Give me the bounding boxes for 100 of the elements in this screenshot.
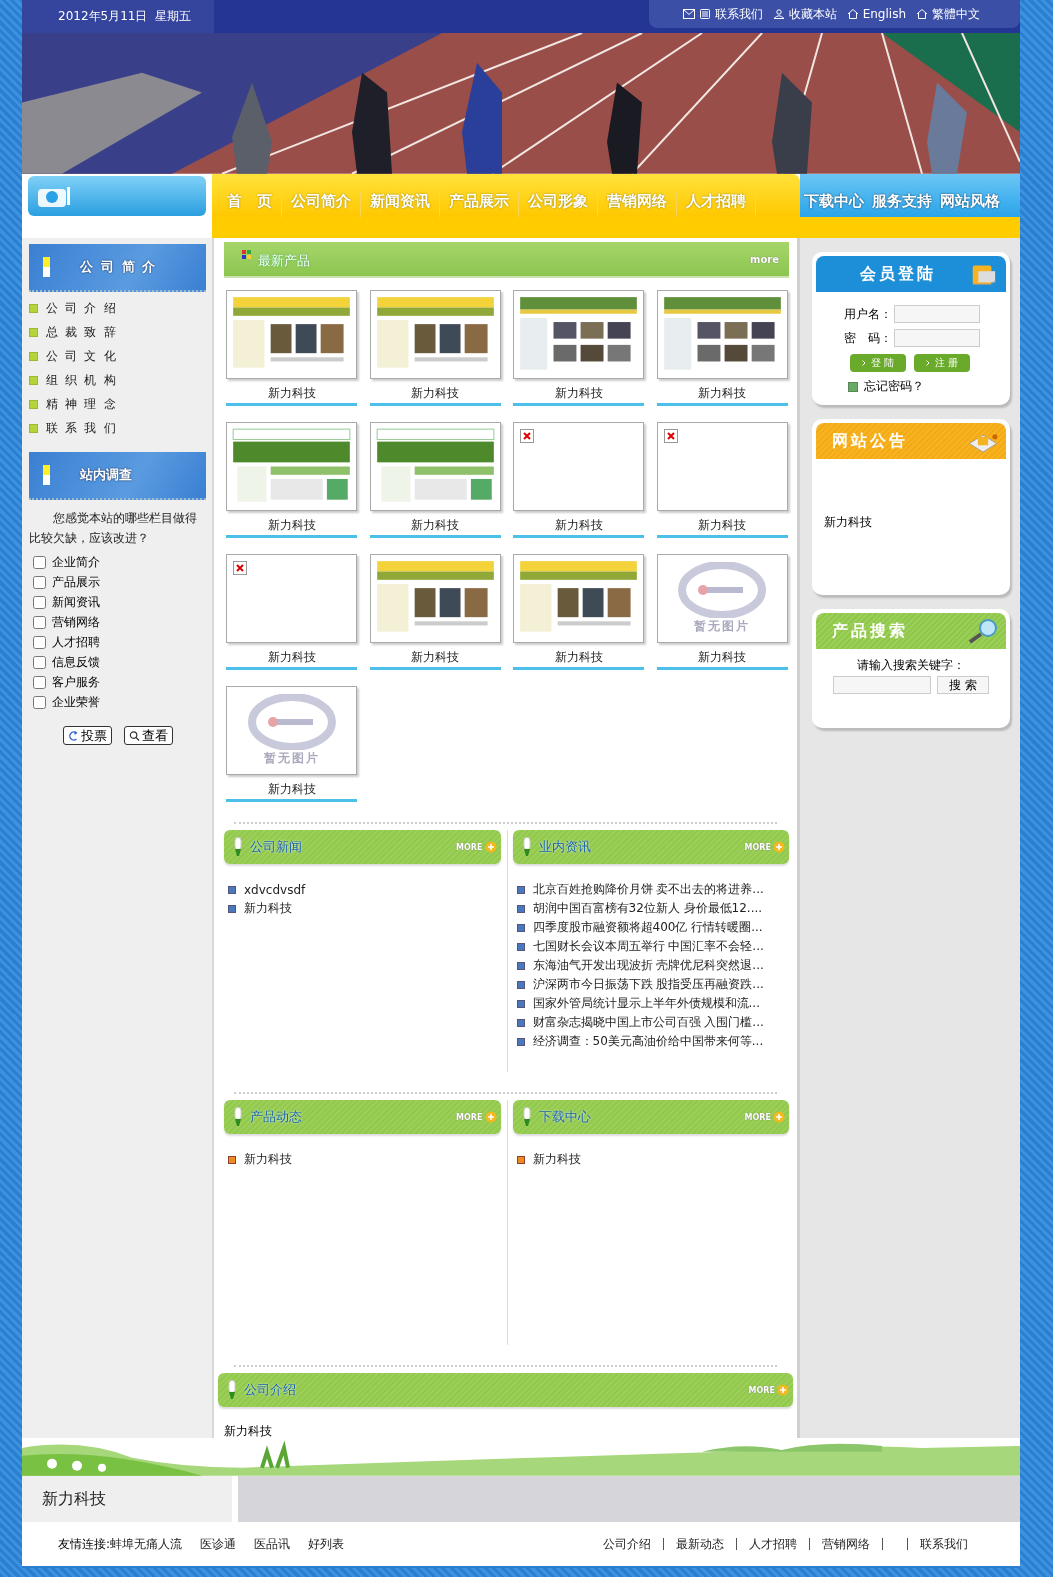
input-field[interactable] (894, 305, 980, 324)
footer-link[interactable]: 公司介绍 (591, 1538, 664, 1551)
top-link[interactable]: 繁體中文 (932, 5, 980, 23)
product-caption[interactable]: 新力科技 (513, 381, 644, 407)
sidebar-link[interactable]: 组织机构 (46, 371, 123, 389)
notice-text: 新力科技 (824, 513, 872, 531)
checkbox[interactable] (33, 675, 46, 689)
product-caption[interactable]: 新力科技 (656, 381, 788, 407)
section-title: 最新产品 (258, 252, 311, 271)
product-caption[interactable]: 新力科技 (226, 645, 357, 671)
footer-link[interactable]: 联系我们 (907, 1538, 980, 1551)
input-field[interactable] (894, 329, 980, 348)
date-text: 2012年5月11日 星期五 (22, 0, 214, 33)
top-link[interactable]: 联系我们 (714, 5, 763, 23)
product-caption[interactable]: 新力科技 (369, 513, 501, 539)
product-thumbnail[interactable] (513, 422, 644, 512)
bullet-icon (516, 1018, 525, 1027)
news-link[interactable]: 新力科技 (532, 1151, 581, 1169)
flag-icon (43, 465, 50, 486)
news-link[interactable]: 沪深两市今日振荡下跌 股指受压再融资跌... (532, 976, 764, 994)
bullet-icon (516, 1155, 525, 1164)
product-caption[interactable]: 新力科技 (656, 513, 788, 539)
panel-title: 产品搜索 (832, 620, 908, 642)
plus-icon (773, 1111, 785, 1124)
news-link[interactable]: 东海油气开发出现波折 壳牌优尼科突然退... (532, 957, 764, 975)
bullet-icon (29, 327, 38, 337)
top-link[interactable]: English (862, 7, 906, 21)
intro-text: 新力科技 (224, 1423, 273, 1441)
checkbox-label: 产品展示 (52, 573, 100, 591)
news-link[interactable]: 经济调查：50美元高油价给中国带来何等... (532, 1033, 764, 1051)
product-caption[interactable]: 新力科技 (513, 645, 644, 671)
bullet-icon (516, 961, 525, 970)
search-field[interactable] (833, 676, 931, 695)
friend-link[interactable]: 好列表 (308, 1535, 345, 1553)
forgot-password-link[interactable]: 忘记密码？ (864, 378, 924, 396)
footer-link[interactable]: 人才招聘 (737, 1538, 810, 1551)
checkbox[interactable] (33, 555, 46, 569)
news-link[interactable]: 财富杂志揭晓中国上市公司百强 入围门槛... (532, 1014, 764, 1032)
bullet-icon (516, 980, 525, 989)
survey-question: 您感觉本站的哪些栏目做得比较欠缺，应该改进？ (29, 510, 198, 548)
news-link[interactable]: 胡润中国百富榜有32位新人 身价最低12.... (532, 900, 763, 918)
bullet-icon (516, 904, 525, 913)
checkbox[interactable] (33, 575, 46, 589)
news-link[interactable]: 新力科技 (244, 1151, 292, 1169)
bulb-icon (228, 1380, 236, 1401)
news-link[interactable]: 七国财长会议本周五举行 中国汇率不会轻... (532, 938, 764, 956)
checkbox[interactable] (33, 695, 46, 709)
bullet-icon (228, 1155, 236, 1164)
product-caption[interactable]: 新力科技 (226, 381, 357, 407)
plus-icon (484, 841, 497, 854)
no-image-logo-icon (246, 694, 337, 751)
sidebar-link[interactable]: 联系我们 (46, 419, 123, 437)
friend-link[interactable]: 蚌埠无痛人流 (110, 1535, 183, 1553)
news-link[interactable]: xdvcdvsdf (244, 882, 306, 897)
survey-button[interactable]: 查看 (123, 726, 173, 746)
product-thumbnail[interactable] (226, 554, 357, 644)
no-image-logo-icon (677, 562, 767, 619)
checkbox[interactable] (33, 635, 46, 649)
footer-link[interactable]: 营销网络 (810, 1538, 883, 1551)
checkbox[interactable] (33, 655, 46, 669)
friend-link[interactable]: 医品讯 (254, 1535, 291, 1553)
section-title: 公司介绍 (244, 1381, 297, 1400)
product-caption[interactable]: 新力科技 (226, 777, 357, 803)
sidebar-link[interactable]: 总裁致辞 (46, 323, 123, 341)
checkbox[interactable] (33, 615, 46, 629)
product-caption[interactable]: 新力科技 (369, 645, 501, 671)
bullet-icon (29, 399, 38, 409)
product-caption[interactable]: 新力科技 (369, 381, 501, 407)
top-link[interactable]: 收藏本站 (788, 5, 837, 23)
search-icon (128, 729, 140, 742)
checkbox-label: 新闻资讯 (52, 593, 100, 611)
sidebar-link[interactable]: 公司介绍 (46, 299, 123, 317)
product-caption[interactable]: 新力科技 (656, 645, 788, 671)
home-icon (916, 9, 928, 19)
news-link[interactable]: 新力科技 (244, 900, 292, 918)
product-caption[interactable]: 新力科技 (226, 513, 357, 539)
survey-button[interactable]: 投票 (62, 726, 112, 746)
checkbox[interactable] (33, 595, 46, 609)
product-caption[interactable]: 新力科技 (513, 513, 644, 539)
plus-icon (777, 1384, 789, 1397)
broken-image-icon (520, 429, 534, 444)
news-link[interactable]: 北京百姓抢购降价月饼 卖不出去的将进养... (532, 881, 764, 899)
sidebar-link[interactable]: 精神理念 (46, 395, 123, 413)
chevron-icon (925, 360, 930, 367)
footer-link[interactable]: 最新动态 (664, 1538, 737, 1551)
no-image-text: 暂无图片 (694, 618, 750, 636)
search-button[interactable]: 搜 索 (937, 676, 989, 695)
news-link[interactable]: 国家外管局统计显示上半年外债规模和流... (532, 995, 760, 1013)
bullet-icon (29, 375, 38, 385)
sidebar-title: 站内调查 (80, 466, 132, 485)
no-image-text: 暂无图片 (263, 750, 320, 768)
friend-link[interactable]: 医诊通 (200, 1535, 237, 1553)
news-link[interactable]: 四季度股市融资额将超400亿 行情转暖圈... (532, 919, 763, 937)
sidebar-link[interactable]: 公司文化 (46, 347, 123, 365)
product-thumbnail[interactable] (656, 422, 788, 512)
field-label: 密 码： (844, 329, 892, 347)
section-title: 下载中心 (538, 1108, 592, 1127)
checkbox-label: 人才招聘 (52, 633, 100, 651)
section-title: 业内资讯 (538, 838, 592, 857)
company-name: 新力科技 (42, 1488, 106, 1510)
